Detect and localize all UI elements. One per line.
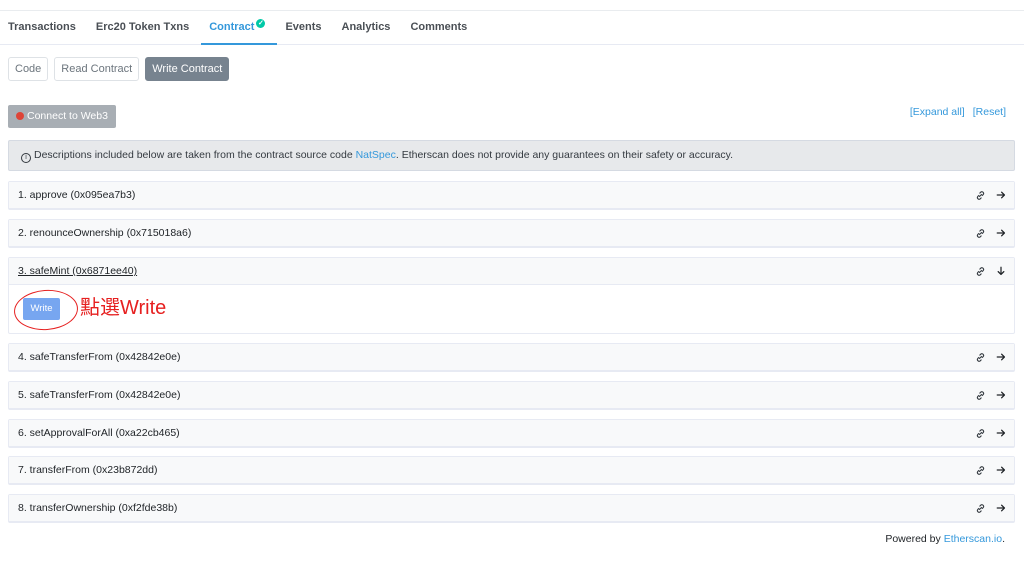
function-header[interactable]: 1. approve (0x095ea7b3) [9,182,1014,209]
reset-link[interactable]: [Reset] [973,106,1006,118]
etherscan-link[interactable]: Etherscan.io [944,533,1002,545]
arrow-right-icon[interactable] [996,428,1006,438]
link-icon[interactable] [975,428,986,439]
function-title: 7. transferFrom (0x23b872dd) [18,464,158,476]
expand-reset-links: [Expand all] [Reset] [910,106,1006,118]
notice-suffix: . Etherscan does not provide any guarant… [395,149,734,161]
tab-contract-label: Contract [209,21,255,33]
arrow-right-icon[interactable] [996,503,1006,513]
annotation-circle [12,287,80,333]
function-safe-transfer-from-1: 4. safeTransferFrom (0x42842e0e) [8,343,1015,372]
annotation-text: 點選Write [80,297,167,319]
footer-suffix: . [1002,533,1005,545]
info-icon: i [21,153,31,163]
nav-tabs: Transactions Erc20 Token Txns Contract ✓ … [0,10,1024,45]
function-title: 8. transferOwnership (0xf2fde38b) [18,502,178,514]
verified-check-icon: ✓ [256,19,266,28]
function-header[interactable]: 2. renounceOwnership (0x715018a6) [9,220,1014,247]
function-approve: 1. approve (0x095ea7b3) [8,181,1015,210]
subtab-write-contract[interactable]: Write Contract [145,57,230,81]
tab-contract[interactable]: Contract ✓ [201,11,278,45]
contract-subtabs: Code Read Contract Write Contract [8,57,230,81]
status-dot-icon [16,112,24,120]
tab-events[interactable]: Events [277,11,333,44]
arrow-right-icon[interactable] [996,190,1006,200]
function-header[interactable]: 6. setApprovalForAll (0xa22cb465) [9,420,1014,447]
arrow-right-icon[interactable] [996,228,1006,238]
powered-by-footer: Powered by Etherscan.io. [885,533,1005,545]
function-safe-mint: 3. safeMint (0x6871ee40) Write 點選Write [8,257,1015,334]
arrow-right-icon[interactable] [996,352,1006,362]
subtab-read-contract[interactable]: Read Contract [54,57,140,81]
function-set-approval-for-all: 6. setApprovalForAll (0xa22cb465) [8,419,1015,448]
tab-transactions[interactable]: Transactions [0,11,88,44]
link-icon[interactable] [975,465,986,476]
function-title: 5. safeTransferFrom (0x42842e0e) [18,389,181,401]
function-title: 4. safeTransferFrom (0x42842e0e) [18,351,181,363]
function-header[interactable]: 5. safeTransferFrom (0x42842e0e) [9,382,1014,409]
function-title: 3. safeMint (0x6871ee40) [18,265,138,277]
function-title: 6. setApprovalForAll (0xa22cb465) [18,427,180,439]
function-renounce-ownership: 2. renounceOwnership (0x715018a6) [8,219,1015,248]
function-body: Write 點選Write [9,285,1014,333]
tab-analytics[interactable]: Analytics [334,11,403,44]
function-header[interactable]: 4. safeTransferFrom (0x42842e0e) [9,344,1014,371]
function-transfer-from: 7. transferFrom (0x23b872dd) [8,456,1015,485]
link-icon[interactable] [975,352,986,363]
connect-web3-button[interactable]: Connect to Web3 [8,105,116,128]
function-header[interactable]: 7. transferFrom (0x23b872dd) [9,457,1014,484]
link-icon[interactable] [975,228,986,239]
notice-prefix: Descriptions included below are taken fr… [34,149,356,161]
tab-erc20-token-txns[interactable]: Erc20 Token Txns [88,11,201,44]
link-icon[interactable] [975,190,986,201]
function-title: 2. renounceOwnership (0x715018a6) [18,227,192,239]
function-safe-transfer-from-2: 5. safeTransferFrom (0x42842e0e) [8,381,1015,410]
tab-comments[interactable]: Comments [402,11,479,44]
link-icon[interactable] [975,390,986,401]
connect-web3-label: Connect to Web3 [27,110,108,122]
arrow-down-icon[interactable] [996,266,1006,276]
natspec-notice: i Descriptions included below are taken f… [8,140,1015,171]
arrow-right-icon[interactable] [996,465,1006,475]
arrow-right-icon[interactable] [996,390,1006,400]
expand-all-link[interactable]: [Expand all] [910,106,965,118]
subtab-code[interactable]: Code [8,57,49,81]
function-header[interactable]: 3. safeMint (0x6871ee40) [9,258,1014,285]
function-transfer-ownership: 8. transferOwnership (0xf2fde38b) [8,494,1015,523]
link-icon[interactable] [975,266,986,277]
function-header[interactable]: 8. transferOwnership (0xf2fde38b) [9,495,1014,522]
footer-prefix: Powered by [885,533,944,545]
function-title: 1. approve (0x095ea7b3) [18,189,136,201]
natspec-link[interactable]: NatSpec [356,149,396,161]
link-icon[interactable] [975,503,986,514]
